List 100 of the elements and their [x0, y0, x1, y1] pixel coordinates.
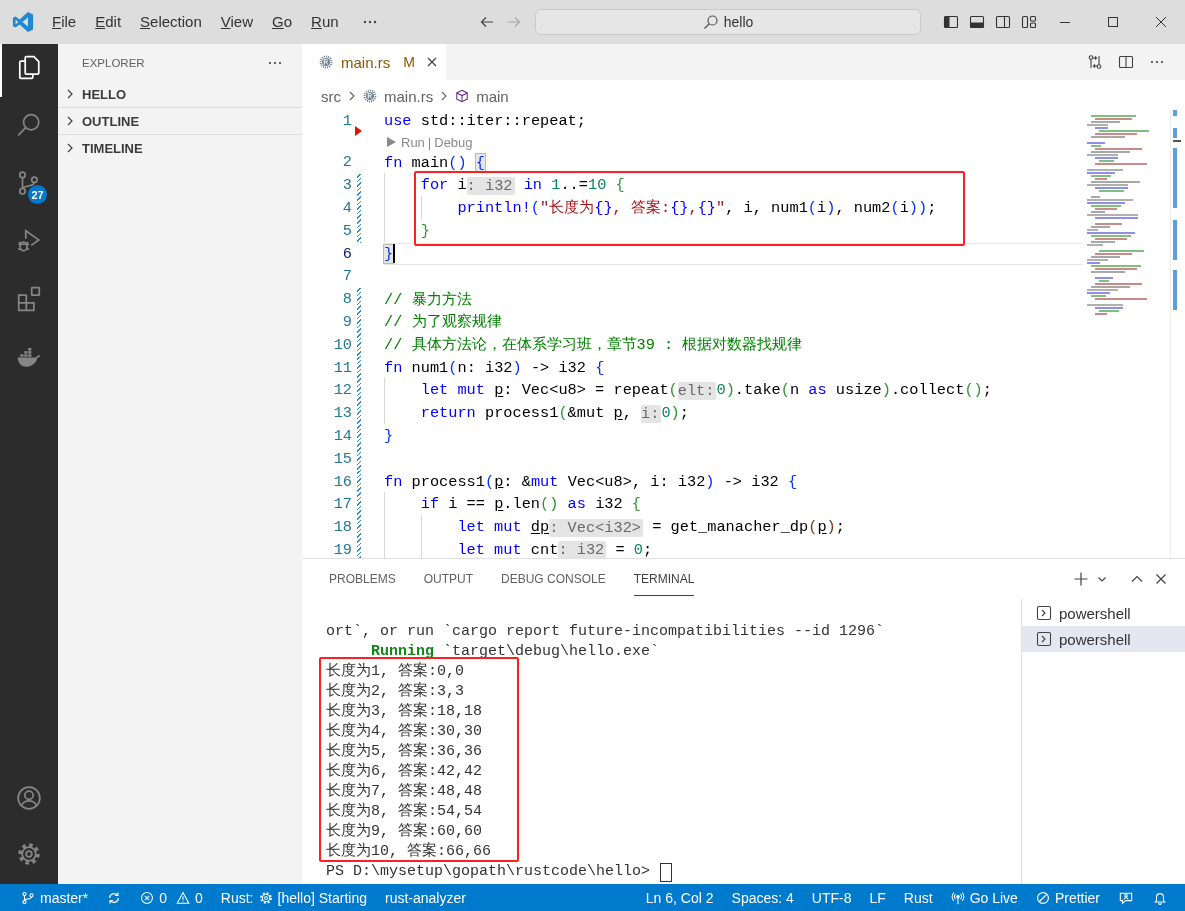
status-bar-item[interactable]: Ln 6, Col 2 [636, 884, 723, 911]
code-line: let mut cnt: i32 = 0; [384, 539, 653, 558]
layout-grid-icon[interactable] [1021, 14, 1037, 30]
secondary-sidebar-toggle-icon[interactable] [995, 14, 1011, 30]
code-line: } [384, 426, 394, 447]
split-editor-icon[interactable] [1118, 54, 1134, 70]
line-number: 6 [341, 243, 352, 265]
terminal-session[interactable]: powershell [1022, 600, 1185, 626]
warning-icon [176, 890, 191, 905]
code-line: let mut p: Vec<u8> = repeat(elt:0).take(n as usize).collect(); [384, 380, 992, 402]
breadcrumb-item[interactable]: src [321, 87, 341, 105]
panel-tab[interactable]: TERMINAL [633, 562, 695, 596]
code-line: let mut dp: Vec<i32> = get_manacher_dp(p); [384, 517, 845, 538]
terminal-icon [1036, 631, 1052, 647]
section-header[interactable]: TIMELINE [58, 134, 302, 161]
sync-icon[interactable] [107, 890, 122, 905]
code-line: // 为了观察规律 [384, 312, 502, 333]
text-cursor [393, 244, 396, 264]
codelens-link[interactable]: Run [401, 134, 425, 150]
status-bar-item[interactable]: Spaces: 4 [722, 884, 803, 911]
menu-item[interactable]: Run [301, 11, 349, 33]
panel-tab[interactable]: OUTPUT [423, 562, 474, 596]
menu-item[interactable]: Go [262, 11, 302, 33]
code-line: fn num1(n: i32) -> i32 { [384, 357, 605, 378]
maximize-icon[interactable] [1105, 14, 1121, 30]
bell-icon[interactable] [1153, 890, 1167, 905]
status-bar-item[interactable]: rust-analyzer [376, 884, 475, 911]
code-line: if i == p.len() as i32 { [384, 494, 642, 516]
editor-tab[interactable]: main.rs M [302, 44, 446, 80]
terminal-cursor [660, 862, 673, 882]
menu-item[interactable]: View [211, 11, 263, 33]
terminal-line: 长度为8, 答案:54,54 [326, 802, 482, 822]
speech-bubble-icon[interactable] [1119, 890, 1133, 905]
line-number: 15 [332, 448, 352, 470]
search-icon [702, 14, 719, 30]
plus-icon[interactable] [1073, 571, 1089, 587]
panel-tab[interactable]: DEBUG CONSOLE [501, 562, 606, 596]
modified-indicator: M [403, 54, 415, 70]
code-line: return process1(&mut p, i:0); [384, 403, 689, 424]
panel-tab[interactable]: PROBLEMS [329, 562, 396, 596]
settings-icon[interactable] [16, 841, 42, 867]
line-number: 12 [332, 380, 352, 402]
terminal-line: 长度为10, 答案:66,66 [326, 842, 491, 862]
broadcast-icon [950, 890, 965, 905]
line-number: 2 [341, 152, 352, 174]
line-number: 1 [341, 111, 352, 132]
menu-item[interactable]: Selection [130, 11, 212, 33]
terminal-line: 长度为7, 答案:48,48 [326, 782, 482, 802]
live-server-status[interactable]: Go Live [941, 884, 1027, 911]
terminal-line: Running `target\debug\hello.exe` [370, 642, 660, 662]
terminal-line: 长度为9, 答案:60,60 [326, 822, 482, 842]
account-icon[interactable] [16, 785, 42, 811]
sidebar-toggle-icon[interactable] [943, 14, 959, 30]
code-line: use std::iter::repeat; [384, 111, 586, 132]
line-number: 19 [332, 539, 352, 558]
app-logo-icon [12, 11, 34, 33]
line-number: 11 [332, 357, 352, 379]
close-icon[interactable] [1153, 14, 1169, 30]
cube-icon [455, 89, 470, 103]
status-bar-item[interactable]: UTF-8 [802, 884, 861, 911]
terminal-line: 长度为4, 答案:30,30 [326, 722, 482, 742]
branch-status[interactable]: master* [12, 884, 98, 911]
status-bar-item[interactable]: Rust [894, 884, 942, 911]
line-number: 13 [332, 403, 352, 425]
section-header[interactable]: OUTLINE [58, 107, 302, 134]
line-number: 3 [341, 175, 352, 197]
files-icon[interactable] [16, 54, 42, 80]
chevron-down-icon[interactable] [1097, 574, 1107, 584]
status-bar-item[interactable]: LF [860, 884, 895, 911]
line-number: 14 [332, 425, 352, 447]
code-line: fn main() { [384, 152, 485, 173]
panel-toggle-icon[interactable] [969, 14, 985, 30]
menu-item[interactable]: File [42, 11, 86, 33]
problems-status[interactable]: 0 0 [131, 884, 212, 911]
active-indicator [0, 44, 2, 97]
count-badge: 27 [28, 185, 47, 204]
codelens-link[interactable]: Debug [434, 134, 473, 150]
breadcrumb-item[interactable]: main.rs [363, 87, 434, 105]
overview-ruler-drawing[interactable] [1173, 110, 1181, 310]
line-number: 7 [341, 266, 352, 288]
search-icon[interactable] [16, 112, 42, 138]
compare-changes-icon[interactable] [1087, 54, 1103, 70]
command-center[interactable]: hello [535, 9, 921, 35]
extensions-icon[interactable] [16, 286, 42, 312]
formatter-status[interactable]: Prettier [1026, 884, 1109, 911]
language-status[interactable]: Rust: [hello] Starting [211, 884, 376, 911]
menu-item[interactable]: Edit [85, 11, 131, 33]
terminal-line: 长度为2, 答案:3,3 [326, 682, 464, 702]
section-header[interactable]: HELLO [58, 81, 302, 107]
back-arrow-icon[interactable] [479, 14, 495, 30]
play-bug-icon[interactable] [16, 228, 42, 254]
line-number: 8 [341, 289, 352, 311]
terminal-line: 长度为5, 答案:36,36 [326, 742, 482, 762]
line-number: 18 [332, 517, 352, 539]
circle-slash-icon [1035, 890, 1050, 905]
terminal-prompt: PS D:\mysetup\gopath\rustcode\hello> [326, 862, 651, 882]
breadcrumb-item[interactable]: main [455, 87, 509, 105]
code-line: println!("长度为{}, 答案:{},{}", i, num1(i), num2(i)); [384, 198, 937, 219]
terminal-session[interactable]: powershell [1022, 626, 1185, 652]
terminal-line: 长度为3, 答案:18,18 [326, 702, 482, 722]
